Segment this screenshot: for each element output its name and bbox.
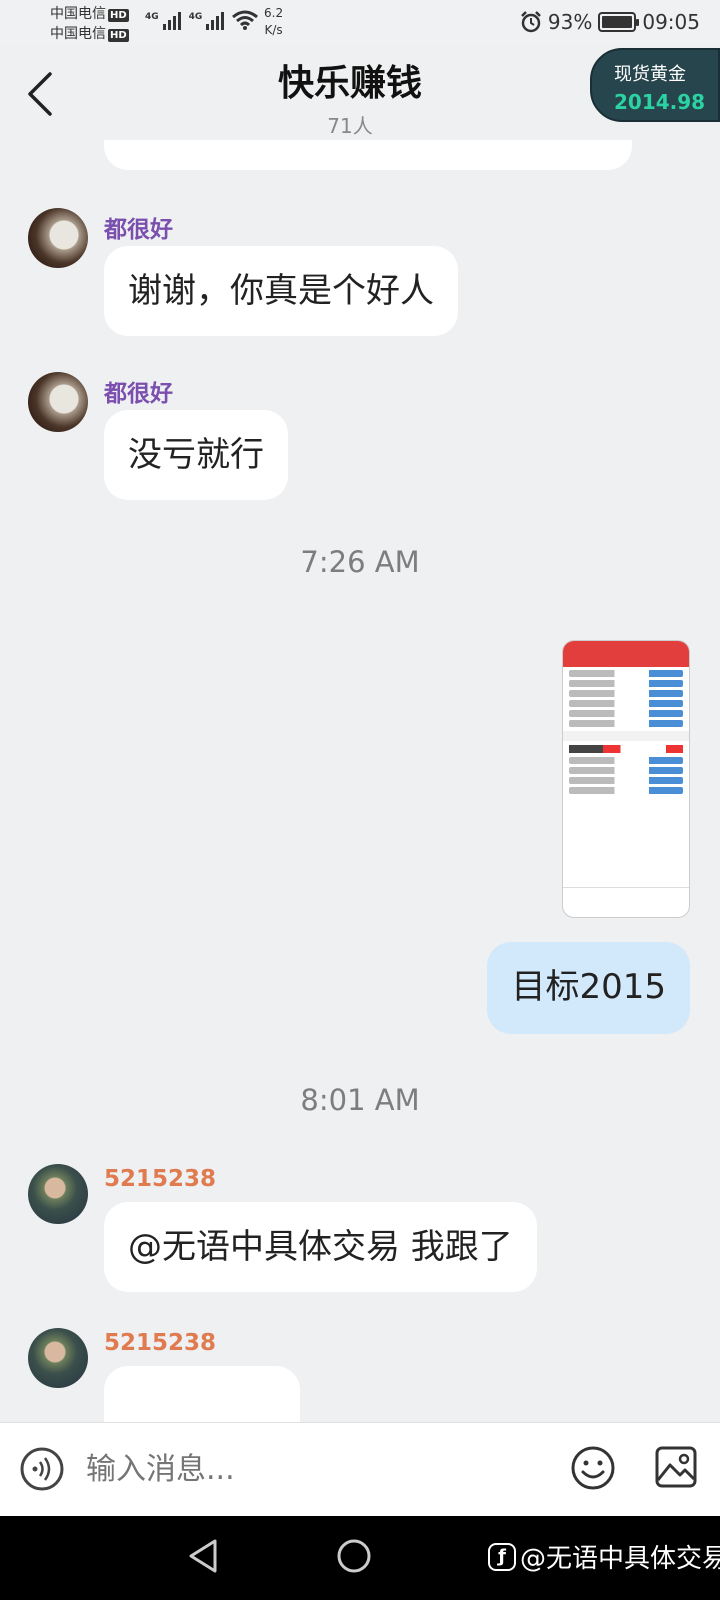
- avatar[interactable]: [28, 1328, 88, 1388]
- emoji-icon[interactable]: [570, 1445, 616, 1491]
- net-speed: 6.2 K/s: [264, 6, 284, 37]
- battery-icon: [598, 12, 640, 32]
- status-bar: 中国电信 HD 中国电信 HD 4G 4G 6.2 K/s 93% 09:05: [0, 0, 720, 46]
- carrier-2: 中国电信: [50, 26, 106, 42]
- nav-back-icon[interactable]: [186, 1538, 220, 1574]
- carrier-info: 中国电信 HD 中国电信 HD: [50, 4, 129, 44]
- wifi-icon: [232, 10, 259, 30]
- hd-badge: HD: [108, 9, 129, 22]
- timestamp: 7:26 AM: [300, 545, 420, 579]
- watermark-logo-icon: ƒ: [488, 1542, 516, 1571]
- sender-name: 都很好: [104, 217, 173, 243]
- signal-icon: 4G: [189, 12, 225, 30]
- gold-price-widget[interactable]: 现货黄金 2014.98: [590, 48, 720, 122]
- message-bubble[interactable]: 没亏就行: [104, 410, 288, 500]
- chat-header: 快乐赚钱 71人 现货黄金 2014.98: [0, 46, 720, 140]
- avatar[interactable]: [28, 1164, 88, 1224]
- member-count: 71人: [327, 114, 373, 138]
- sender-name: 5215238: [104, 1166, 217, 1192]
- ticker-label: 现货黄金: [614, 64, 686, 85]
- message-bubble[interactable]: [104, 140, 632, 170]
- sender-name: 5215238: [104, 1330, 217, 1356]
- signal-icons: 4G 4G: [145, 10, 259, 30]
- shared-screenshot-image[interactable]: [562, 640, 690, 918]
- alarm-icon: [521, 11, 541, 33]
- nav-home-icon[interactable]: [336, 1538, 372, 1574]
- outgoing-message-bubble[interactable]: 目标2015: [487, 942, 690, 1034]
- message-bubble[interactable]: 谢谢，你真是个好人: [104, 246, 458, 336]
- message-bubble[interactable]: [104, 1366, 300, 1422]
- watermark: ƒ @无语中具体交易: [488, 1538, 720, 1575]
- system-nav-bar: ƒ @无语中具体交易: [0, 1516, 720, 1600]
- avatar[interactable]: [28, 372, 88, 432]
- image-picker-icon[interactable]: [654, 1445, 698, 1489]
- sender-name: 都很好: [104, 381, 173, 407]
- avatar[interactable]: [28, 208, 88, 268]
- hd-badge: HD: [108, 29, 129, 42]
- timestamp: 8:01 AM: [300, 1083, 420, 1117]
- clock: 09:05: [642, 10, 700, 34]
- message-bubble[interactable]: @无语中具体交易 我跟了: [104, 1202, 537, 1292]
- carrier-1: 中国电信: [50, 6, 106, 22]
- voice-input-icon[interactable]: [20, 1447, 64, 1491]
- ticker-price: 2014.98: [614, 90, 706, 114]
- signal-icon: 4G: [145, 12, 181, 30]
- message-input[interactable]: [86, 1443, 546, 1497]
- battery-percent: 93%: [547, 10, 593, 34]
- message-list[interactable]: 都很好 谢谢，你真是个好人 都很好 没亏就行 7:26 AM 目标2015 8:…: [0, 140, 720, 1422]
- message-input-bar: [0, 1422, 720, 1516]
